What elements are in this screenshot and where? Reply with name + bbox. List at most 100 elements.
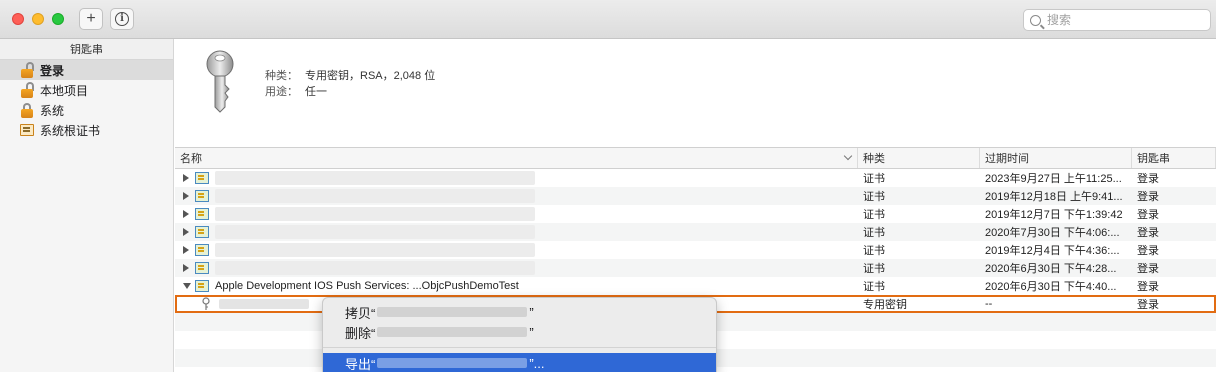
- row-keychain: 登录: [1137, 173, 1159, 185]
- redacted-name: [377, 358, 528, 368]
- row-kind: 证书: [863, 209, 885, 221]
- menu-item-label-suffix: ”: [529, 304, 534, 320]
- certificate-icon: [195, 190, 209, 202]
- zoom-window-button[interactable]: [52, 13, 64, 25]
- sidebar-item-system[interactable]: 系统: [0, 100, 173, 120]
- row-keychain: 登录: [1137, 209, 1159, 221]
- add-item-button[interactable]: +: [79, 8, 103, 30]
- chevron-down-icon: [843, 151, 853, 161]
- row-keychain: 登录: [1137, 281, 1159, 293]
- title-bar: + i: [0, 0, 1216, 39]
- sidebar-item-label: 系统: [40, 103, 65, 118]
- search-icon: [1030, 14, 1041, 26]
- sidebar-item-label: 登录: [40, 63, 65, 78]
- close-window-button[interactable]: [12, 13, 24, 25]
- menu-item-label-suffix: ”...: [529, 355, 545, 371]
- row-expires: 2020年6月30日 下午4:40...: [985, 281, 1117, 293]
- column-header-kind[interactable]: 种类: [858, 148, 980, 168]
- column-header-label: 过期时间: [985, 153, 1029, 165]
- disclosure-triangle-icon[interactable]: [183, 264, 189, 272]
- certificate-icon: [195, 280, 209, 292]
- menu-item-delete[interactable]: 删除“ ”: [323, 322, 716, 342]
- row-name: Apple Development IOS Push Services: ...…: [215, 280, 519, 292]
- lock-icon: [19, 102, 35, 118]
- info-button[interactable]: i: [110, 8, 134, 30]
- row-keychain: 登录: [1137, 227, 1159, 239]
- certificate-icon: [195, 226, 209, 238]
- row-kind: 证书: [863, 227, 885, 239]
- disclosure-triangle-icon[interactable]: [183, 228, 189, 236]
- row-expires: 2023年9月27日 上午11:25...: [985, 173, 1122, 185]
- sidebar-item-local-items[interactable]: 本地项目: [0, 80, 173, 100]
- key-icon: [202, 297, 210, 310]
- menu-item-label: 导出“: [345, 356, 376, 372]
- table-row[interactable]: 证书 2019年12月7日 下午1:39:42 登录: [175, 205, 1216, 223]
- menu-item-label: 拷贝“: [345, 305, 376, 321]
- certificate-icon: [195, 208, 209, 220]
- detail-label: 种类：: [265, 70, 298, 82]
- detail-kind-row: 种类： 专用密钥，RSA，2,048 位: [265, 67, 435, 83]
- search-field[interactable]: [1023, 9, 1211, 31]
- sidebar-item-system-roots[interactable]: 系统根证书: [0, 120, 173, 140]
- detail-usage-row: 用途： 任一: [265, 83, 435, 99]
- detail-value: 专用密钥，RSA，2,048 位: [305, 70, 436, 82]
- detail-value: 任一: [305, 86, 327, 98]
- row-kind: 证书: [863, 191, 885, 203]
- detail-pane: 种类： 专用密钥，RSA，2,048 位 用途： 任一: [175, 39, 1216, 147]
- column-header-expires[interactable]: 过期时间: [980, 148, 1132, 168]
- menu-item-copy[interactable]: 拷贝“ ”: [323, 302, 716, 322]
- column-header-label: 名称: [180, 153, 202, 165]
- open-lock-icon: [19, 82, 35, 98]
- row-kind: 证书: [863, 263, 885, 275]
- row-keychain: 登录: [1137, 191, 1159, 203]
- redacted-name: [215, 171, 535, 185]
- table-row[interactable]: 证书 2020年6月30日 下午4:28... 登录: [175, 259, 1216, 277]
- open-lock-icon: [19, 62, 35, 78]
- disclosure-triangle-icon[interactable]: [183, 246, 189, 254]
- redacted-name: [215, 261, 535, 275]
- disclosure-triangle-icon[interactable]: [183, 192, 189, 200]
- table-row[interactable]: 证书 2019年12月4日 下午4:36:... 登录: [175, 241, 1216, 259]
- redacted-name: [215, 189, 535, 203]
- sidebar-item-label: 系统根证书: [40, 123, 101, 138]
- key-icon: [206, 50, 234, 113]
- disclosure-triangle-icon[interactable]: [183, 174, 189, 182]
- table-row[interactable]: 证书 2020年7月30日 下午4:06:... 登录: [175, 223, 1216, 241]
- minimize-window-button[interactable]: [32, 13, 44, 25]
- menu-item-label: 删除“: [345, 325, 376, 341]
- sidebar-item-login[interactable]: 登录: [0, 60, 173, 80]
- certificate-icon: [195, 172, 209, 184]
- table-header: 名称 种类 过期时间 钥匙串: [175, 148, 1216, 169]
- row-keychain: 登录: [1137, 299, 1159, 311]
- row-keychain: 登录: [1137, 245, 1159, 257]
- table-row[interactable]: Apple Development IOS Push Services: ...…: [175, 277, 1216, 295]
- row-kind: 专用密钥: [863, 299, 907, 311]
- menu-item-export[interactable]: 导出“ ”...: [323, 353, 716, 372]
- table-row[interactable]: 证书 2023年9月27日 上午11:25... 登录: [175, 169, 1216, 187]
- row-expires: 2020年6月30日 下午4:28...: [985, 263, 1117, 275]
- redacted-name: [215, 243, 535, 257]
- row-expires: --: [985, 298, 993, 310]
- certificate-icon: [195, 262, 209, 274]
- disclosure-triangle-icon[interactable]: [183, 210, 189, 218]
- search-input[interactable]: [1047, 13, 1197, 27]
- detail-label: 用途：: [265, 86, 298, 98]
- info-icon: i: [115, 12, 129, 26]
- column-header-label: 钥匙串: [1137, 153, 1170, 165]
- menu-item-label-suffix: ”: [529, 324, 534, 340]
- column-header-name[interactable]: 名称: [175, 148, 858, 168]
- certificate-icon: [195, 244, 209, 256]
- disclosure-triangle-icon[interactable]: [183, 283, 191, 289]
- row-kind: 证书: [863, 173, 885, 185]
- row-expires: 2019年12月4日 下午4:36:...: [985, 245, 1120, 257]
- detail-info: 种类： 专用密钥，RSA，2,048 位 用途： 任一: [265, 67, 435, 99]
- menu-separator: [323, 347, 716, 348]
- row-keychain: 登录: [1137, 263, 1159, 275]
- row-kind: 证书: [863, 245, 885, 257]
- redacted-name: [377, 327, 528, 337]
- certificate-folder-icon: [19, 122, 35, 138]
- column-header-keychain[interactable]: 钥匙串: [1132, 148, 1216, 168]
- context-menu: 拷贝“ ” 删除“ ” 导出“ ”...: [322, 297, 717, 372]
- table-row[interactable]: 证书 2019年12月18日 上午9:41... 登录: [175, 187, 1216, 205]
- column-header-label: 种类: [863, 153, 885, 165]
